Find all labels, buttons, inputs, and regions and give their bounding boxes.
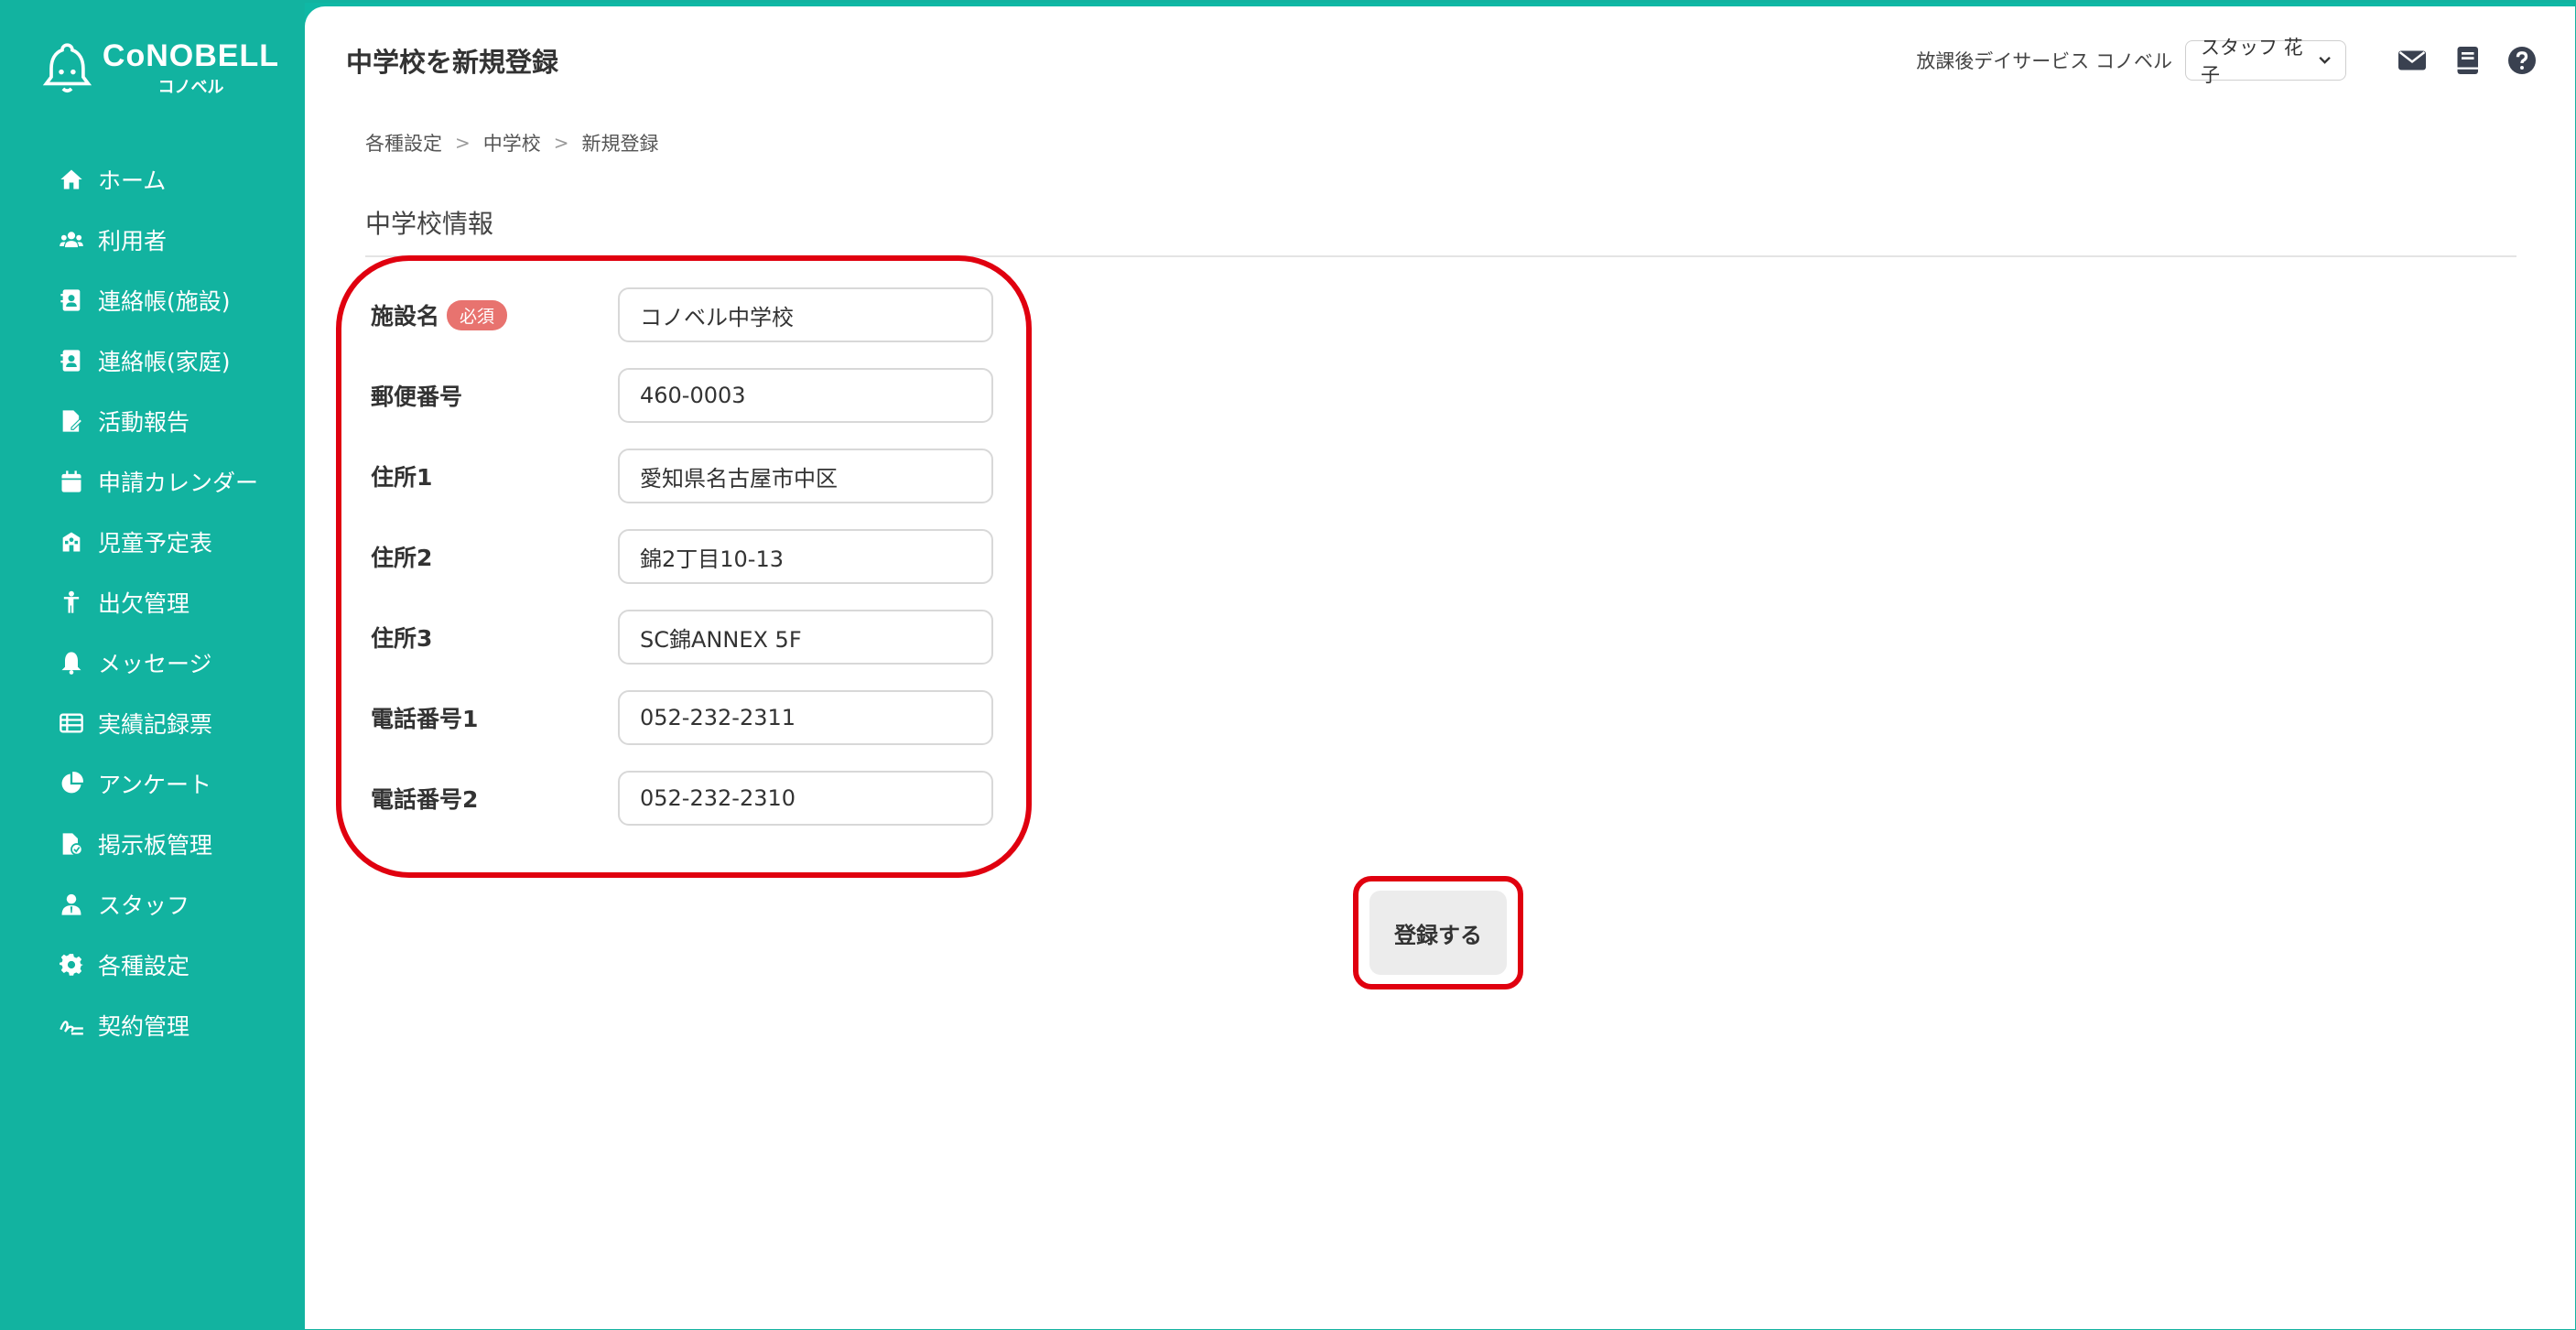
sidebar-item-attendance[interactable]: 出欠管理 bbox=[3, 572, 305, 633]
breadcrumb-separator-icon: > bbox=[553, 132, 569, 154]
sidebar-item-label: 申請カレンダー bbox=[98, 470, 259, 496]
manual-book-icon[interactable] bbox=[2451, 44, 2484, 77]
form-highlight-annotation bbox=[336, 255, 1032, 878]
sidebar-item-request-calendar[interactable]: 申請カレンダー bbox=[3, 451, 305, 512]
sidebar-nav: ホーム 利用者 連絡帳(施設) 連絡帳(家庭) 活動報告 申請カレンダー 児童予… bbox=[3, 149, 305, 1055]
sidebar-item-label: 実績記録票 bbox=[98, 711, 213, 738]
sidebar-item-label: 活動報告 bbox=[98, 409, 190, 436]
facility-name: 放課後デイサービス コノベル bbox=[1916, 50, 2172, 72]
staff-icon bbox=[58, 891, 85, 918]
logo-text: CoNOBELL bbox=[102, 38, 279, 73]
sidebar-item-contact-book-facility[interactable]: 連絡帳(施設) bbox=[3, 270, 305, 330]
button-highlight-annotation bbox=[1353, 876, 1523, 989]
sidebar-item-label: 掲示板管理 bbox=[98, 832, 213, 859]
file-edit-icon bbox=[58, 407, 85, 435]
sidebar: CoNOBELL コノベル ホーム 利用者 連絡帳(施設) 連絡帳(家庭) 活動… bbox=[3, 3, 305, 1330]
file-check-icon bbox=[58, 830, 85, 858]
sidebar-item-performance-record[interactable]: 実績記録票 bbox=[3, 693, 305, 753]
sidebar-item-label: 各種設定 bbox=[98, 953, 190, 979]
sidebar-item-label: ホーム bbox=[98, 168, 167, 194]
breadcrumb: 各種設定 > 中学校 > 新規登録 bbox=[365, 129, 659, 157]
breadcrumb-separator-icon: > bbox=[455, 132, 471, 154]
sidebar-item-activity-report[interactable]: 活動報告 bbox=[3, 391, 305, 451]
person-icon bbox=[58, 589, 85, 616]
sidebar-item-label: 出欠管理 bbox=[98, 590, 190, 617]
contact-book-icon bbox=[58, 347, 85, 374]
sidebar-item-survey[interactable]: アンケート bbox=[3, 753, 305, 814]
logo-subtext: コノベル bbox=[157, 77, 224, 97]
main-content: 中学校を新規登録 放課後デイサービス コノベル スタッフ 花子 各種設定 > 中… bbox=[305, 6, 2575, 1329]
sidebar-item-contact-book-home[interactable]: 連絡帳(家庭) bbox=[3, 330, 305, 391]
section-title: 中学校情報 bbox=[365, 209, 494, 239]
home-icon bbox=[58, 166, 85, 193]
sidebar-item-label: メッセージ bbox=[98, 651, 212, 677]
page-title: 中学校を新規登録 bbox=[346, 47, 559, 78]
sidebar-item-users[interactable]: 利用者 bbox=[3, 210, 305, 270]
contact-book-icon bbox=[58, 287, 85, 314]
users-icon bbox=[58, 226, 85, 254]
sidebar-item-contract[interactable]: 契約管理 bbox=[3, 995, 305, 1055]
pie-chart-icon bbox=[58, 770, 85, 797]
sidebar-item-home[interactable]: ホーム bbox=[3, 149, 305, 210]
breadcrumb-settings[interactable]: 各種設定 bbox=[365, 129, 442, 157]
sidebar-item-child-schedule[interactable]: 児童予定表 bbox=[3, 512, 305, 572]
sidebar-item-label: 連絡帳(家庭) bbox=[98, 349, 231, 375]
logo[interactable]: CoNOBELL コノベル bbox=[41, 36, 279, 100]
sidebar-item-message[interactable]: メッセージ bbox=[3, 633, 305, 693]
sidebar-item-label: 児童予定表 bbox=[98, 530, 213, 557]
bell-icon bbox=[58, 649, 85, 676]
app-window: CoNOBELL コノベル ホーム 利用者 連絡帳(施設) 連絡帳(家庭) 活動… bbox=[0, 0, 2576, 1330]
breadcrumb-new: 新規登録 bbox=[581, 133, 659, 155]
breadcrumb-junior-high[interactable]: 中学校 bbox=[483, 129, 541, 157]
calendar-icon bbox=[58, 468, 85, 495]
bell-logo-icon bbox=[42, 43, 92, 93]
sidebar-item-staff[interactable]: スタッフ bbox=[3, 874, 305, 935]
school-icon bbox=[58, 528, 85, 556]
sidebar-item-label: 連絡帳(施設) bbox=[98, 288, 231, 315]
sidebar-item-bulletin-board[interactable]: 掲示板管理 bbox=[3, 814, 305, 874]
table-icon bbox=[58, 709, 85, 737]
sidebar-item-label: 契約管理 bbox=[98, 1013, 190, 1040]
mail-icon[interactable] bbox=[2396, 44, 2429, 77]
staff-select-value: スタッフ 花子 bbox=[2201, 37, 2303, 86]
sidebar-item-label: アンケート bbox=[98, 772, 212, 798]
sidebar-item-label: スタッフ bbox=[98, 892, 190, 919]
help-icon[interactable] bbox=[2506, 44, 2538, 77]
signature-icon bbox=[58, 1011, 85, 1039]
header-toolbar: 放課後デイサービス コノベル スタッフ 花子 bbox=[1916, 37, 2538, 86]
gear-icon bbox=[58, 951, 85, 979]
chevron-down-icon bbox=[2319, 56, 2331, 64]
sidebar-item-label: 利用者 bbox=[98, 228, 168, 254]
sidebar-item-settings[interactable]: 各種設定 bbox=[3, 935, 305, 995]
staff-select[interactable]: スタッフ 花子 bbox=[2185, 37, 2346, 86]
